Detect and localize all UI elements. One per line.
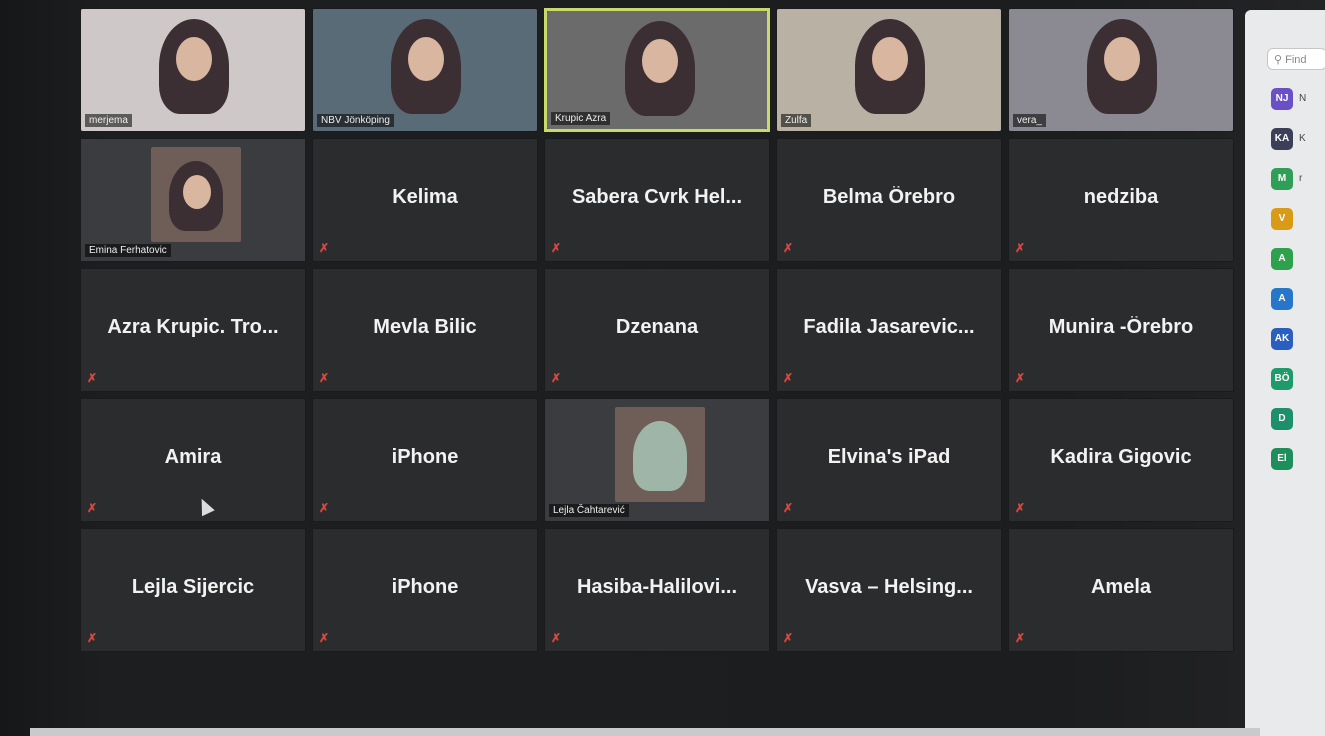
participant-name-label: Lejla Čahtarević [549, 504, 629, 517]
participant-tile[interactable]: Zulfa [776, 8, 1002, 132]
taskbar [30, 728, 1260, 736]
participant-avatar[interactable]: D [1271, 408, 1293, 430]
participant-tile[interactable]: Azra Krupic. Tro... ✗ [80, 268, 306, 392]
participant-tile[interactable]: merjema [80, 8, 306, 132]
muted-mic-icon: ✗ [783, 371, 794, 385]
participant-name: Fadila Jasarevic... [803, 316, 975, 339]
participant-tile[interactable]: Belma Örebro ✗ [776, 138, 1002, 262]
participant-tile[interactable]: Krupic Azra [544, 8, 770, 132]
participant-tile[interactable]: Kadira Gigovic ✗ [1008, 398, 1234, 522]
participant-name: Lejla Sijercic [131, 576, 255, 599]
participant-tile[interactable]: nedziba ✗ [1008, 138, 1234, 262]
participant-name: Belma Örebro [822, 186, 956, 209]
participant-name-label: Emina Ferhatovic [85, 244, 171, 257]
participant-tile[interactable]: Emina Ferhatovic [80, 138, 306, 262]
participant-name: Munira -Örebro [1048, 316, 1194, 339]
face [408, 37, 444, 81]
muted-mic-icon: ✗ [87, 631, 98, 645]
participant-name: Elvina's iPad [827, 446, 951, 469]
participant-tile[interactable]: Vasva – Helsing... ✗ [776, 528, 1002, 652]
muted-mic-icon: ✗ [1015, 501, 1026, 515]
participant-tile[interactable]: Elvina's iPad ✗ [776, 398, 1002, 522]
participant-tile[interactable]: Lejla Sijercic ✗ [80, 528, 306, 652]
participant-name: Kelima [392, 186, 458, 209]
participant-tile[interactable]: Amira ✗ [80, 398, 306, 522]
participant-name: Amela [1090, 576, 1152, 599]
muted-mic-icon: ✗ [783, 241, 794, 255]
participant-list-name: K [1299, 133, 1306, 144]
participant-avatar[interactable]: V [1271, 208, 1293, 230]
participant-tile[interactable]: vera_ [1008, 8, 1234, 132]
muted-mic-icon: ✗ [87, 501, 98, 515]
muted-mic-icon: ✗ [551, 241, 562, 255]
participant-tile[interactable]: NBV Jönköping [312, 8, 538, 132]
participant-name: Azra Krupic. Tro... [107, 316, 279, 339]
muted-mic-icon: ✗ [319, 501, 330, 515]
participant-tile[interactable]: Hasiba-Halilovi... ✗ [544, 528, 770, 652]
participant-name: Vasva – Helsing... [805, 576, 973, 599]
participant-avatar[interactable]: NJ [1271, 88, 1293, 110]
muted-mic-icon: ✗ [783, 631, 794, 645]
search-icon: ⚲ [1274, 54, 1283, 66]
participant-avatar[interactable]: M [1271, 168, 1293, 190]
participant-tile[interactable]: Fadila Jasarevic... ✗ [776, 268, 1002, 392]
participant-list-name: r [1299, 173, 1303, 184]
participant-name-label: Zulfa [781, 114, 812, 127]
face [872, 37, 908, 81]
participant-name: Dzenana [615, 316, 699, 339]
muted-mic-icon: ✗ [319, 241, 330, 255]
participant-tile[interactable]: Dzenana ✗ [544, 268, 770, 392]
participant-name: iPhone [391, 446, 459, 469]
face [642, 39, 678, 83]
muted-mic-icon: ✗ [783, 501, 794, 515]
participant-list-name: N [1299, 93, 1307, 104]
muted-mic-icon: ✗ [551, 631, 562, 645]
participant-avatar[interactable]: KA [1271, 128, 1293, 150]
face [176, 37, 212, 81]
muted-mic-icon: ✗ [1015, 371, 1026, 385]
muted-mic-icon: ✗ [1015, 631, 1026, 645]
person-silhouette [633, 421, 687, 491]
participant-name: Hasiba-Halilovi... [576, 576, 738, 599]
participant-tile[interactable]: Sabera Cvrk Hel... ✗ [544, 138, 770, 262]
participant-name: iPhone [391, 576, 459, 599]
participant-tile[interactable]: Amela ✗ [1008, 528, 1234, 652]
participant-name-label: Krupic Azra [551, 112, 611, 125]
muted-mic-icon: ✗ [319, 631, 330, 645]
zoom-meeting-window: merjema NBV Jönköping Krupic Azra Zulfa vera… [0, 0, 1325, 736]
participant-tile[interactable]: Munira -Örebro ✗ [1008, 268, 1234, 392]
participant-avatar[interactable]: AK [1271, 328, 1293, 350]
face [183, 175, 211, 209]
participant-tile[interactable]: Lejla Čahtarević [544, 398, 770, 522]
participant-avatar[interactable]: A [1271, 248, 1293, 270]
muted-mic-icon: ✗ [87, 371, 98, 385]
participant-tile[interactable]: iPhone ✗ [312, 398, 538, 522]
muted-mic-icon: ✗ [551, 371, 562, 385]
participant-search-input[interactable]: ⚲ Find [1267, 48, 1325, 70]
muted-mic-icon: ✗ [319, 371, 330, 385]
face [1104, 37, 1140, 81]
muted-mic-icon: ✗ [1015, 241, 1026, 255]
participant-avatar[interactable]: A [1271, 288, 1293, 310]
participant-name: nedziba [1083, 186, 1159, 209]
search-placeholder: Find [1285, 54, 1307, 66]
participants-panel: ⚲ Find NJ N KA K Mr V A A AK BÖ D El [1245, 10, 1325, 736]
participant-name: Sabera Cvrk Hel... [571, 186, 743, 209]
participant-name-label: merjema [85, 114, 132, 127]
gallery-grid: merjema NBV Jönköping Krupic Azra Zulfa vera… [80, 8, 1240, 658]
participant-name: Mevla Bilic [373, 316, 477, 339]
participant-tile[interactable]: Mevla Bilic ✗ [312, 268, 538, 392]
participant-name-label: vera_ [1013, 114, 1047, 127]
participant-name: Amira [164, 446, 222, 469]
participant-avatar[interactable]: El [1271, 448, 1293, 470]
participant-avatar[interactable]: BÖ [1271, 368, 1293, 390]
participant-tile[interactable]: Kelima ✗ [312, 138, 538, 262]
participant-name: Kadira Gigovic [1050, 446, 1192, 469]
participant-name-label: NBV Jönköping [317, 114, 394, 127]
participant-tile[interactable]: iPhone ✗ [312, 528, 538, 652]
